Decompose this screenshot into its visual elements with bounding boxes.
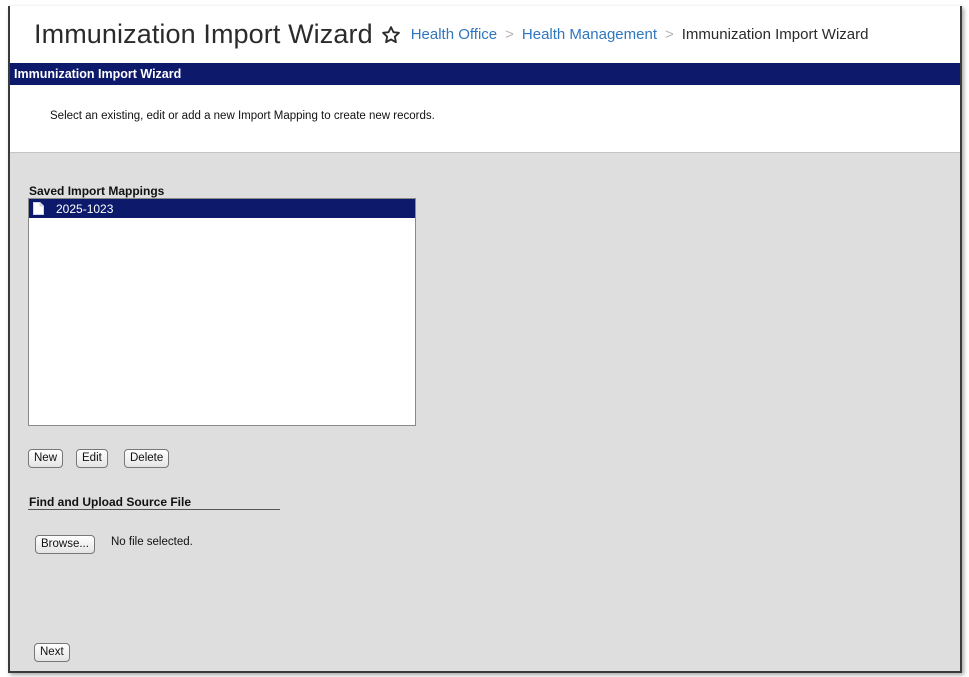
upload-section-label: Find and Upload Source File	[29, 495, 192, 509]
file-status: No file selected.	[111, 536, 193, 548]
saved-mappings-list[interactable]: 2025-1023	[28, 198, 416, 426]
page-title: Immunization Import Wizard	[34, 19, 373, 49]
new-button[interactable]: New	[28, 449, 64, 468]
instruction-text: Select an existing, edit or add a new Im…	[10, 85, 960, 153]
window-titlebar: Immunization Import Wizard	[10, 63, 960, 85]
breadcrumb-current: Immunization Import Wizard	[681, 26, 869, 43]
saved-mappings-label: Saved Import Mappings	[29, 184, 165, 198]
wizard-content: Saved Import Mappings 2025-1023 New Edit…	[10, 154, 960, 671]
chevron-right-icon: >	[505, 26, 514, 43]
edit-button[interactable]: Edit	[76, 449, 108, 468]
browse-button[interactable]: Browse...	[35, 535, 95, 554]
page-header: Immunization Import Wizard Health Office…	[10, 6, 960, 63]
breadcrumb-health-management[interactable]: Health Management	[522, 26, 657, 43]
document-icon	[33, 202, 44, 215]
breadcrumb-health-office[interactable]: Health Office	[411, 26, 497, 43]
list-item[interactable]: 2025-1023	[29, 199, 415, 218]
section-divider	[28, 509, 280, 510]
delete-button[interactable]: Delete	[124, 449, 170, 468]
star-icon[interactable]	[381, 25, 401, 45]
app-window: Immunization Import Wizard Health Office…	[8, 6, 962, 673]
next-button[interactable]: Next	[34, 643, 70, 662]
mapping-name: 2025-1023	[56, 201, 114, 216]
chevron-right-icon: >	[665, 26, 674, 43]
breadcrumb: Health Office > Health Management > Immu…	[411, 26, 869, 43]
